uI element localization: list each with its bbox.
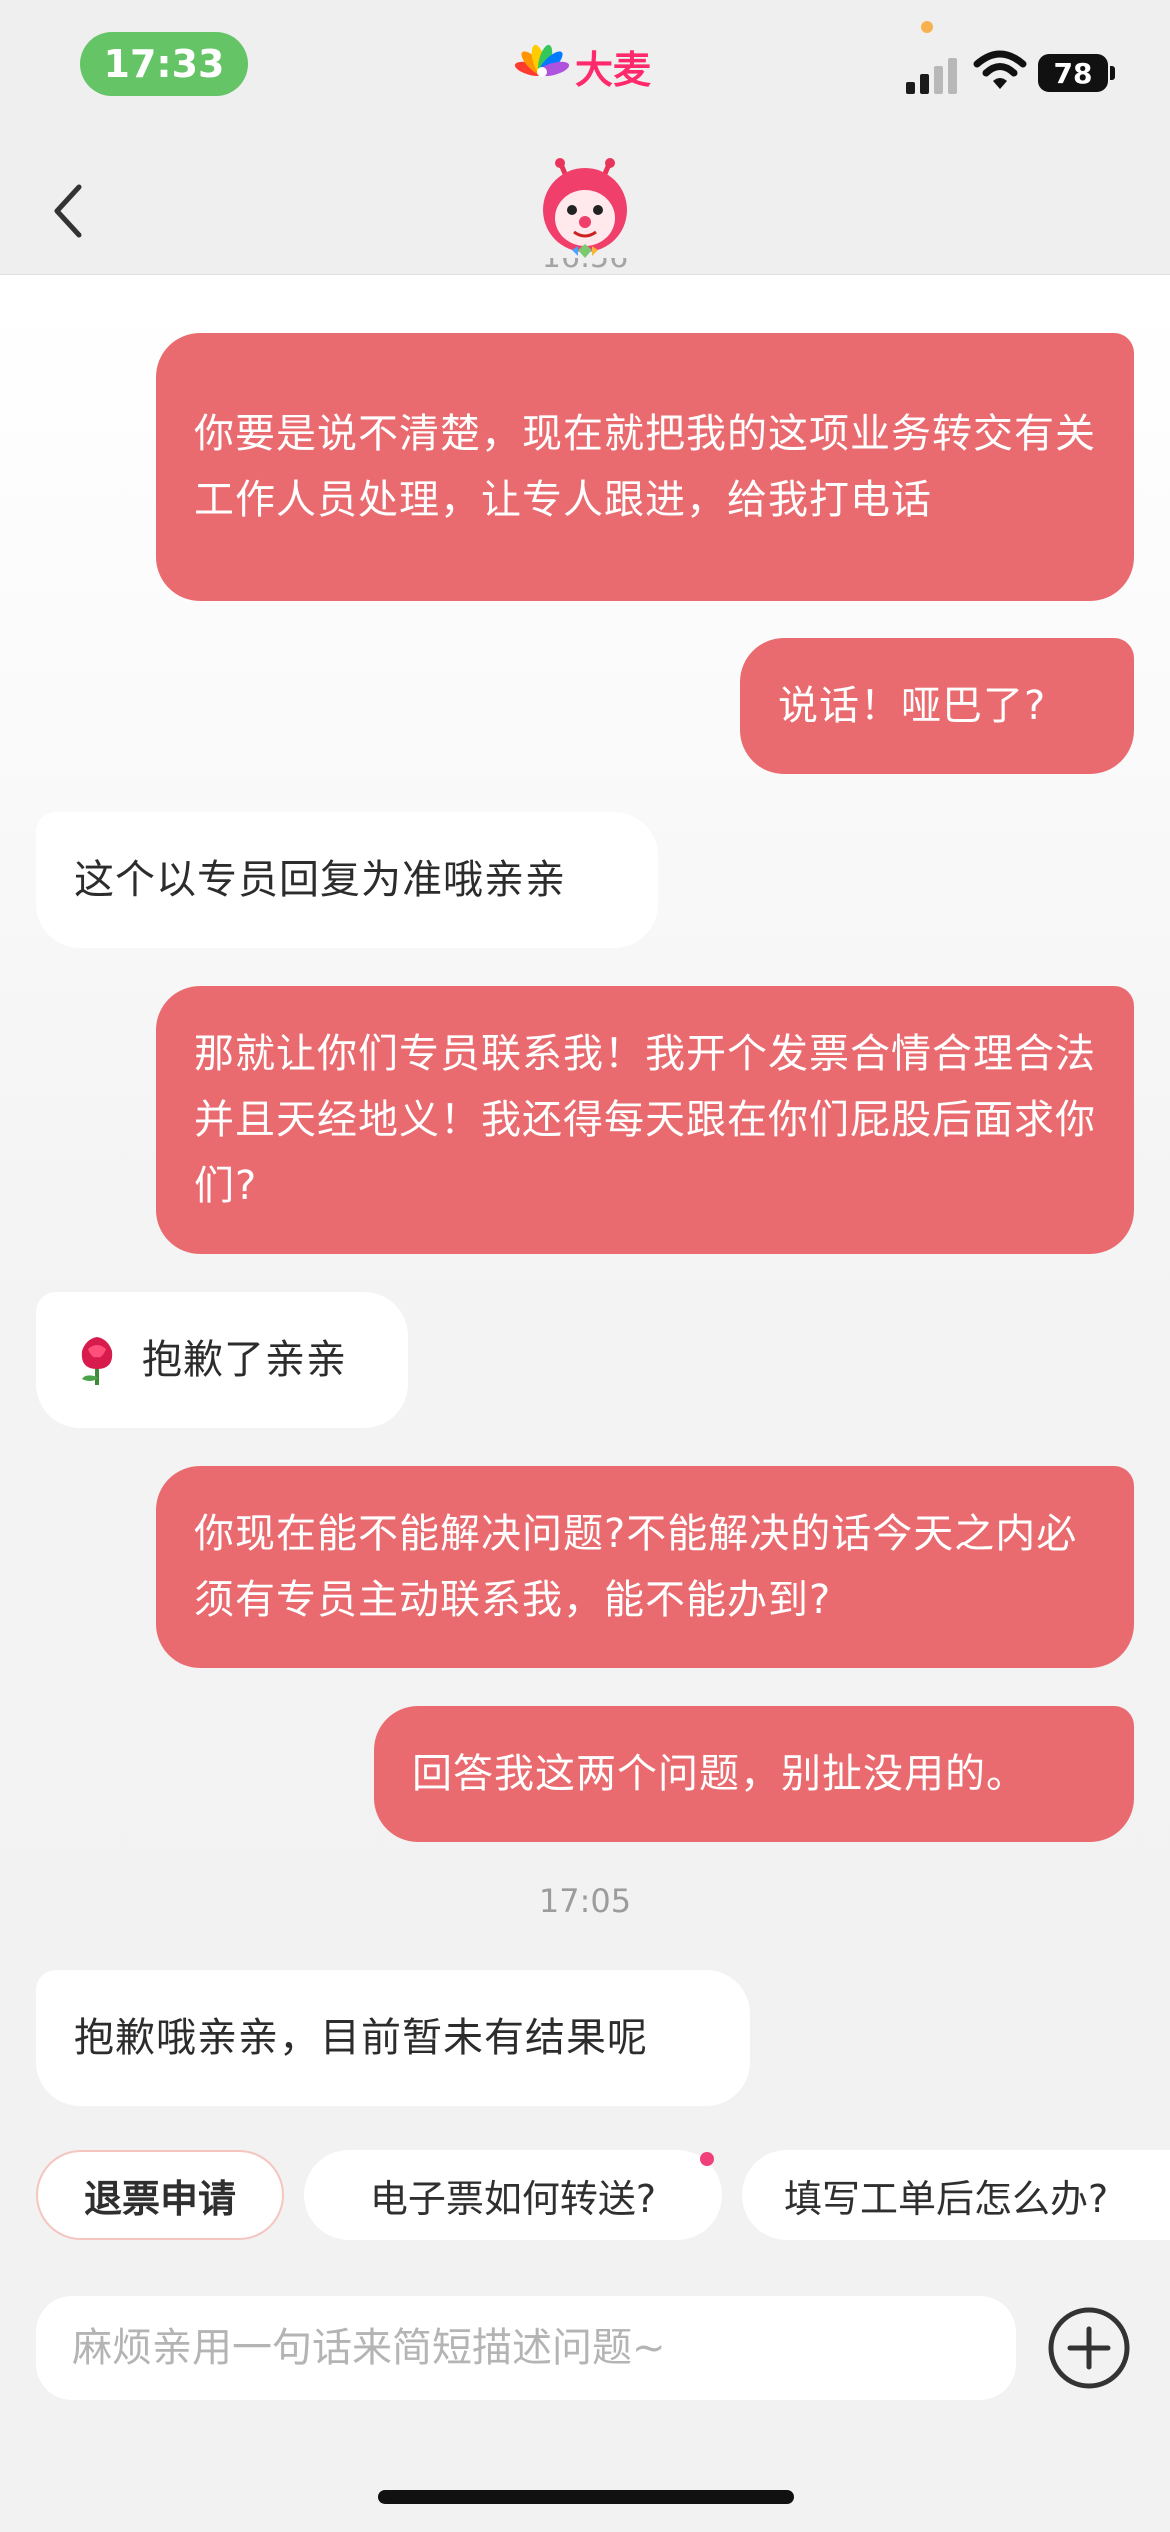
message-incoming: 这个以专员回复为准哦亲亲 bbox=[36, 812, 658, 948]
nav-bar bbox=[0, 140, 1170, 275]
signal-icon bbox=[906, 50, 960, 94]
rose-icon bbox=[81, 1337, 113, 1385]
quick-reply-label: 电子票如何转送? bbox=[369, 2176, 657, 2221]
quick-reply-transfer-ticket[interactable]: 电子票如何转送? bbox=[304, 2150, 722, 2240]
message-outgoing: 你要是说不清楚，现在就把我的这项业务转交有关工作人员处理，让专人跟进，给我打电话 bbox=[156, 333, 1134, 601]
mascot-avatar-icon[interactable] bbox=[538, 158, 632, 260]
quick-reply-work-order[interactable]: 填写工单后怎么办? bbox=[742, 2150, 1170, 2240]
timestamp: 17:05 bbox=[538, 1882, 632, 1920]
message-outgoing: 你现在能不能解决问题?不能解决的话今天之内必须有专员主动联系我，能不能办到? bbox=[156, 1466, 1134, 1668]
status-time: 17:33 bbox=[80, 32, 248, 96]
status-bar: 17:33 大麦 78 bbox=[0, 0, 1170, 140]
message-outgoing: 那就让你们专员联系我！我开个发票合情合理合法并且天经地义！我还得每天跟在你们屁股… bbox=[156, 986, 1134, 1254]
battery-tip bbox=[1110, 66, 1115, 80]
quick-reply-refund[interactable]: 退票申请 bbox=[36, 2150, 284, 2240]
message-outgoing: 说话！哑巴了? bbox=[740, 638, 1134, 774]
notification-dot bbox=[700, 2152, 714, 2166]
message-input[interactable] bbox=[36, 2296, 1016, 2400]
wifi-icon bbox=[973, 50, 1027, 89]
timestamp-partial: 16:56 bbox=[520, 258, 650, 284]
plus-circle-icon[interactable] bbox=[1046, 2305, 1132, 2391]
message-incoming: 抱歉了亲亲 bbox=[36, 1292, 408, 1428]
battery-indicator: 78 bbox=[1038, 54, 1108, 92]
home-indicator bbox=[378, 2490, 794, 2504]
back-button[interactable] bbox=[38, 176, 98, 246]
message-incoming: 抱歉哦亲亲，目前暂未有结果呢 bbox=[36, 1970, 750, 2106]
message-outgoing: 回答我这两个问题，别扯没用的。 bbox=[374, 1706, 1134, 1842]
message-text: 抱歉了亲亲 bbox=[142, 1337, 347, 1383]
brand-logo-icon bbox=[515, 44, 569, 77]
brand-name: 大麦 bbox=[575, 47, 652, 92]
privacy-indicator-dot bbox=[921, 21, 933, 33]
brand: 大麦 bbox=[515, 36, 651, 96]
chevron-left-icon bbox=[54, 184, 82, 238]
